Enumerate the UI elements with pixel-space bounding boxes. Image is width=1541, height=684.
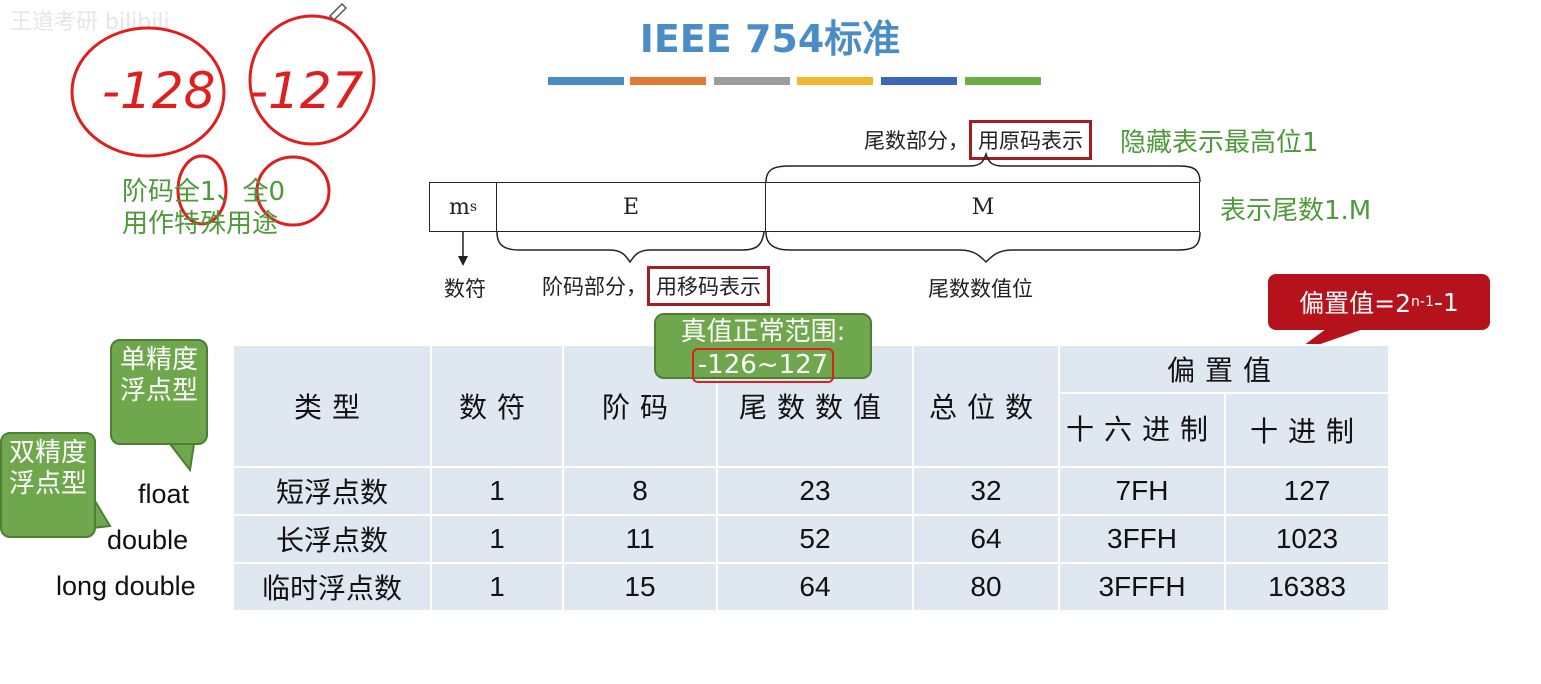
double-precision-bubble: 双精度浮点型 bbox=[0, 432, 96, 538]
cell-exponent: 15 bbox=[562, 562, 718, 612]
cell-type: 临时浮点数 bbox=[232, 562, 432, 612]
range-callout: 真值正常范围: -126~127 bbox=[654, 313, 872, 383]
bias-formula-exponent: n-1 bbox=[1411, 294, 1434, 310]
table-row: 临时浮点数 1 15 64 80 3FFFH 16383 bbox=[232, 562, 1390, 612]
cell-mantissa: 64 bbox=[716, 562, 914, 612]
cell-total: 32 bbox=[912, 466, 1060, 516]
cell-mantissa: 52 bbox=[716, 514, 914, 564]
cell-hex: 3FFH bbox=[1058, 514, 1226, 564]
type-float: float bbox=[138, 479, 190, 509]
cell-sign: 1 bbox=[430, 466, 564, 516]
header-type: 类型 bbox=[232, 344, 432, 468]
table-row: 长浮点数 1 11 52 64 3FFH 1023 bbox=[232, 514, 1390, 564]
cell-dec: 127 bbox=[1224, 466, 1390, 516]
cell-exponent: 8 bbox=[562, 466, 718, 516]
header-dec: 十进制 bbox=[1224, 392, 1390, 468]
cell-type: 短浮点数 bbox=[232, 466, 432, 516]
cell-total: 80 bbox=[912, 562, 1060, 612]
bias-formula-prefix: 偏置值=2 bbox=[1299, 289, 1412, 318]
range-title: 真值正常范围: bbox=[680, 317, 846, 347]
cell-dec: 1023 bbox=[1224, 514, 1390, 564]
header-hex: 十六进制 bbox=[1058, 392, 1226, 468]
cell-hex: 7FH bbox=[1058, 466, 1226, 516]
type-double: double bbox=[107, 525, 189, 555]
cell-dec: 16383 bbox=[1224, 562, 1390, 612]
cell-type: 长浮点数 bbox=[232, 514, 432, 564]
header-total: 总位数 bbox=[912, 344, 1060, 468]
bias-formula-suffix: -1 bbox=[1433, 287, 1459, 317]
cell-hex: 3FFFH bbox=[1058, 562, 1226, 612]
header-sign: 数符 bbox=[430, 344, 564, 468]
cell-exponent: 11 bbox=[562, 514, 718, 564]
type-long-double: long double bbox=[56, 571, 196, 601]
single-precision-bubble: 单精度浮点型 bbox=[110, 339, 208, 445]
bias-callout: 偏置值=2 n-1 -1 bbox=[1268, 274, 1490, 330]
header-bias: 偏置值 bbox=[1058, 344, 1390, 394]
cell-mantissa: 23 bbox=[716, 466, 914, 516]
cell-sign: 1 bbox=[430, 562, 564, 612]
table-row: 短浮点数 1 8 23 32 7FH 127 bbox=[232, 466, 1390, 516]
cell-total: 64 bbox=[912, 514, 1060, 564]
range-value: -126~127 bbox=[691, 348, 835, 383]
cell-sign: 1 bbox=[430, 514, 564, 564]
ieee754-table: 类型 数符 阶码 尾数数值 总位数 偏置值 十六进制 十进制 短浮点数 1 8 … bbox=[232, 344, 1390, 612]
